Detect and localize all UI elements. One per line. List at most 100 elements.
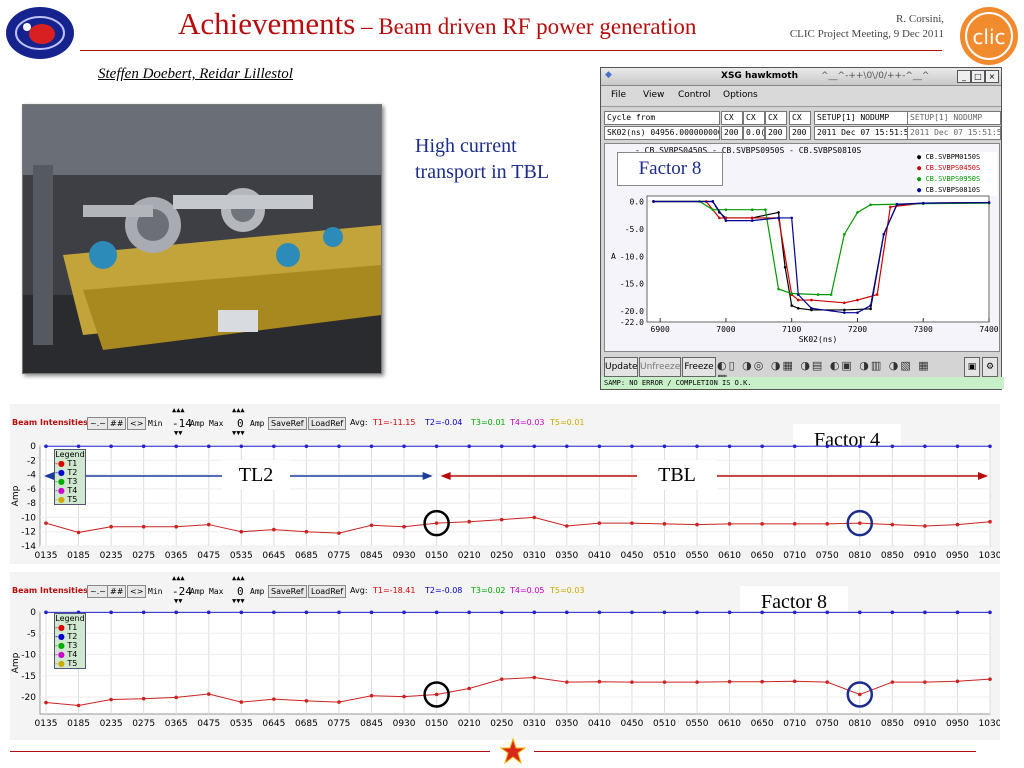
cx-2-input[interactable]: 0.0( <box>743 126 765 140</box>
xsg-point-2 <box>829 293 833 296</box>
maximize-icon[interactable]: □ <box>971 70 985 83</box>
data-point-t1 <box>239 529 244 534</box>
window-titlebar[interactable]: ◆ XSG hawkmoth ^__^-++\0\/0/++-^__^ _ □ … <box>601 68 1001 86</box>
spinner-up-icon[interactable]: ▲▲▲ <box>172 406 185 414</box>
data-point-t2 <box>988 444 992 449</box>
legend-item-t5[interactable]: -● T5 <box>55 659 85 668</box>
y-tick-label: 0 <box>30 442 36 452</box>
xsg-point-3 <box>652 200 655 203</box>
x-tick-label: 0365 <box>165 719 188 729</box>
xsg-point-3 <box>750 219 754 222</box>
y-tick-label: -10 <box>21 651 36 661</box>
data-point-t2 <box>369 444 374 449</box>
xsg-point-2 <box>711 208 715 211</box>
zoom-button[interactable]: <> <box>127 417 147 430</box>
xsg-tool-icons[interactable]: ◐▯ ◑◎ ◑▦ ◑▤ ◐▣ ◑▥ ◑▧ ▦ ▦ <box>717 359 947 385</box>
header-divider <box>80 50 942 51</box>
unfreeze-button[interactable]: Unfreeze <box>639 357 681 377</box>
x-tick-label: 0710 <box>783 551 806 561</box>
data-point-t1 <box>988 677 992 681</box>
x-tick-label: 0350 <box>555 719 578 729</box>
x-tick-label: 0310 <box>523 551 546 561</box>
data-point-t1 <box>434 692 439 697</box>
xsg-y-tick: -10.0 <box>620 252 644 261</box>
xsg-point-1 <box>843 301 846 305</box>
close-icon[interactable]: × <box>985 70 999 83</box>
cx-4-label[interactable]: CX <box>789 111 811 125</box>
xsg-point-3 <box>724 219 728 222</box>
x-tick-label: 0950 <box>946 719 969 729</box>
menu-view[interactable]: View <box>643 90 664 100</box>
cx-1-label[interactable]: CX <box>721 111 743 125</box>
data-point-t2 <box>174 444 179 449</box>
waveform-button[interactable]: ~.~ <box>87 417 109 430</box>
minimize-icon[interactable]: _ <box>957 70 971 83</box>
grid-button[interactable]: ## <box>107 417 127 430</box>
data-point-t2 <box>630 610 634 615</box>
setup-2-time: 2011 Dec 07 15:51:53 <box>907 126 1001 140</box>
plot-frame <box>39 445 991 547</box>
spinner-up-icon[interactable]: ▲▲▲ <box>172 574 185 582</box>
loadref-button[interactable]: LoadRef <box>308 417 347 430</box>
loadref-button[interactable]: LoadRef <box>308 585 347 598</box>
xsg-plot-area: - CB.SVBPS0450S - CB.SVBPS0950S - CB.SVB… <box>604 143 1000 352</box>
beam-intensities-panel-2: Beam Intensities ~.~ ## <> Min ▲▲▲ -24 ▼… <box>10 572 1000 740</box>
max-unit: Amp <box>250 587 265 596</box>
cycle-input[interactable]: SK02(ns) 04956.0000000000 <box>604 126 720 140</box>
data-point-t1 <box>467 686 471 691</box>
data-point-t2 <box>239 610 244 615</box>
data-point-t1 <box>337 531 341 535</box>
settings-icon[interactable]: ⚙ <box>982 357 998 377</box>
spinner-up-icon[interactable]: ▲▲▲ <box>232 574 245 582</box>
legend-item-t4[interactable]: -● T4 <box>55 486 85 495</box>
cx-2-label[interactable]: CX <box>743 111 765 125</box>
menu-control[interactable]: Control <box>678 90 711 100</box>
grid-button[interactable]: ## <box>107 585 127 598</box>
t3-average: T3=0.01 <box>471 418 506 427</box>
legend-item-t3[interactable]: -● T3 <box>55 477 85 486</box>
cx-1-input[interactable]: 200 <box>721 126 743 140</box>
legend-item-t2[interactable]: -● T2 <box>55 632 85 641</box>
legend-item-t1[interactable]: -● T1 <box>55 459 85 468</box>
menu-file[interactable]: File <box>611 90 626 100</box>
print-icon[interactable]: ▣ <box>964 357 980 377</box>
cx-4-input[interactable]: 200 <box>789 126 811 140</box>
legend-item-t1[interactable]: -● T1 <box>55 623 85 632</box>
legend-item-t4[interactable]: -● T4 <box>55 650 85 659</box>
data-point-t1 <box>174 695 179 700</box>
legend-item-t2[interactable]: -● T2 <box>55 468 85 477</box>
legend-item-t5[interactable]: -● T5 <box>55 495 85 504</box>
data-point-t2 <box>825 610 830 615</box>
data-point-t1 <box>923 524 927 528</box>
x-tick-label: 0750 <box>816 551 839 561</box>
xsg-hawkmoth-window: ◆ XSG hawkmoth ^__^-++\0\/0/++-^__^ _ □ … <box>600 67 1004 390</box>
update-button[interactable]: Update <box>604 357 638 377</box>
spinner-up-icon[interactable]: ▲▲▲ <box>232 406 245 414</box>
cx-3-label[interactable]: CX <box>765 111 787 125</box>
xsg-point-3 <box>796 293 800 296</box>
cx-3-input[interactable]: 200 <box>765 126 787 140</box>
data-point-t1 <box>662 680 667 684</box>
data-point-t2 <box>174 610 179 615</box>
data-point-t1 <box>792 679 797 684</box>
data-point-t1 <box>630 680 634 684</box>
freeze-button[interactable]: Freeze <box>682 357 716 377</box>
saveref-button[interactable]: SaveRef <box>268 417 307 430</box>
data-point-t1 <box>857 692 862 697</box>
x-tick-label: 0650 <box>751 551 774 561</box>
meeting-name: CLIC Project Meeting, 9 Dec 2011 <box>789 28 944 40</box>
data-point-t1 <box>467 519 471 524</box>
menu-options[interactable]: Options <box>723 90 758 100</box>
saveref-button[interactable]: SaveRef <box>268 585 307 598</box>
xsg-x-tick: 7100 <box>782 325 801 334</box>
data-point-t1 <box>109 697 113 702</box>
zoom-button[interactable]: <> <box>127 585 147 598</box>
note-line-1: High current <box>415 135 517 157</box>
data-point-t1 <box>630 521 634 525</box>
data-point-t1 <box>369 693 374 698</box>
data-point-t1 <box>597 679 602 684</box>
data-point-t1 <box>434 521 439 525</box>
waveform-button[interactable]: ~.~ <box>87 585 109 598</box>
legend-item-t3[interactable]: -● T3 <box>55 641 85 650</box>
data-point-t1 <box>825 522 830 526</box>
